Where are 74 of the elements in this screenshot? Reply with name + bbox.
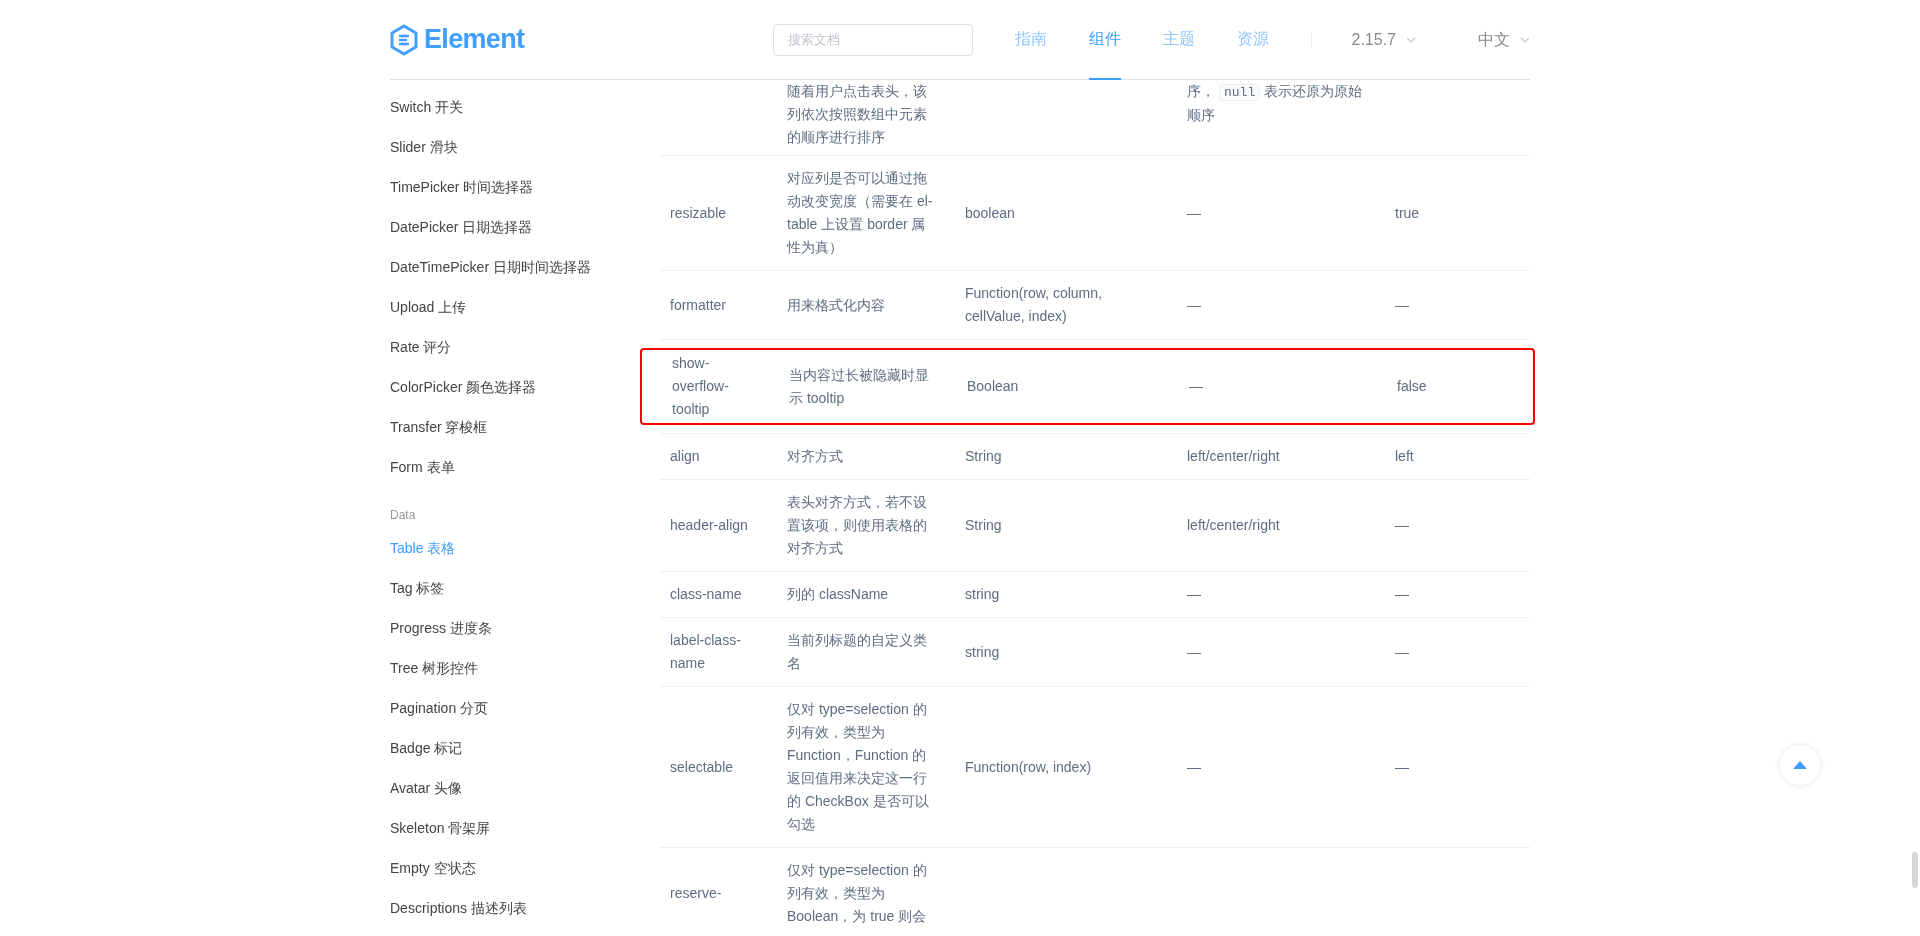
table-cell-text: false bbox=[1396, 377, 1428, 396]
sidebar-item[interactable]: Avatar 头像 bbox=[390, 768, 660, 808]
table-cell-text: left bbox=[1394, 447, 1415, 466]
logo-icon bbox=[390, 23, 418, 56]
sidebar-group-label: Data bbox=[390, 507, 417, 523]
chevron-down-icon bbox=[1406, 36, 1416, 43]
sidebar-item[interactable]: ColorPicker 颜色选择器 bbox=[390, 367, 660, 407]
table-cell-text: — bbox=[1394, 295, 1410, 315]
table-cell-text: — bbox=[1394, 516, 1410, 535]
table-cell-text: 当内容过长被隐藏时显示 tooltip bbox=[788, 365, 930, 408]
table-cell-text: label-class-name bbox=[669, 631, 742, 673]
table-cell-text: — bbox=[1186, 642, 1202, 662]
table-cell-text: string bbox=[964, 642, 1001, 662]
table-cell-text: left/center/right bbox=[1186, 516, 1281, 535]
back-to-top-button[interactable] bbox=[1780, 745, 1820, 785]
sidebar-item[interactable]: Switch 开关 bbox=[390, 87, 660, 127]
sidebar-item[interactable]: Descriptions 描述列表 bbox=[390, 888, 660, 928]
table-cell-text: show-overflow-tooltip bbox=[671, 354, 730, 419]
table-cell-text: Function(row, index) bbox=[964, 757, 1093, 777]
sidebar-item[interactable]: Tree 树形控件 bbox=[390, 648, 660, 688]
search-field[interactable]: 搜索文档 bbox=[772, 23, 973, 56]
table-cell-text: Boolean bbox=[966, 377, 1020, 396]
sidebar-item[interactable]: DateTimePicker 日期时间选择器 bbox=[390, 247, 660, 287]
table-cell-text: 当前列标题的自定义类名 bbox=[786, 631, 928, 673]
table-cell-text: — bbox=[1394, 642, 1410, 662]
sidebar-item[interactable]: Upload 上传 bbox=[390, 287, 660, 327]
version-dropdown[interactable]: 2.15.7 bbox=[1351, 27, 1416, 52]
sidebar-item[interactable]: Empty 空状态 bbox=[390, 848, 660, 888]
sidebar-item[interactable]: DatePicker 日期选择器 bbox=[390, 207, 660, 247]
sidebar-item[interactable]: Form 表单 bbox=[390, 447, 660, 487]
sidebar-item[interactable]: Badge 标记 bbox=[390, 728, 660, 768]
table-cell-text: 列的 className bbox=[786, 585, 890, 604]
table-cell-text: 对应列是否可以通过拖动改变宽度（需要在 el-table 上设置 border 属性为真） bbox=[785, 169, 934, 257]
scrollbar-thumb bbox=[1912, 852, 1918, 888]
table-cell-text: 用来格式化内容 bbox=[786, 295, 886, 315]
table-cell-text: — bbox=[1394, 757, 1410, 777]
sidebar-item[interactable]: Skeleton 骨架屏 bbox=[390, 808, 660, 848]
table-cell-text: 仅对 type=selection 的列有效，类型为 Function，Function 的返回值用来决定这一行的 CheckBox 是否可以勾选 bbox=[786, 700, 930, 834]
table-cell-text: String bbox=[964, 447, 1003, 466]
table-cell-text: — bbox=[1394, 585, 1410, 604]
table-cell-text: 仅对 type=selection 的列有效，类型为 Boolean，为 true 则会 bbox=[786, 861, 928, 926]
table-cell-text: boolean bbox=[964, 203, 1016, 223]
language-dropdown[interactable]: 中文 bbox=[1478, 27, 1530, 52]
table-cell-text: 对齐方式 bbox=[786, 447, 844, 466]
table-cell-text: 随着用户点击表头，该列依次按照数组中元素的顺序进行排序 bbox=[786, 82, 928, 147]
sidebar-item[interactable]: Rate 评分 bbox=[390, 327, 660, 367]
caret-up-icon bbox=[1793, 761, 1807, 769]
table-cell-text: left/center/right bbox=[1186, 447, 1281, 466]
table-cell-text: true bbox=[1394, 203, 1421, 223]
table-cell-text: resizable bbox=[669, 203, 728, 223]
table-cell-text: header-align bbox=[669, 516, 749, 535]
table-cell-text: selectable bbox=[669, 757, 735, 777]
table-cell-text: String bbox=[964, 516, 1003, 535]
table-cell-text: 表头对齐方式，若不设置该项，则使用表格的对齐方式 bbox=[786, 493, 928, 558]
sidebar-item[interactable]: Progress 进度条 bbox=[390, 608, 660, 648]
table-cell-text: string bbox=[964, 585, 1001, 604]
sidebar-item[interactable]: Pagination 分页 bbox=[390, 688, 660, 728]
table-cell-text: reserve- bbox=[669, 884, 723, 903]
table-cell-text: — bbox=[1186, 585, 1202, 604]
table-cell-text: Function(row, column, cellValue, index) bbox=[964, 284, 1103, 326]
sidebar-item[interactable]: Transfer 穿梭框 bbox=[390, 407, 660, 447]
table-cell-text: formatter bbox=[669, 295, 727, 315]
table-cell-text: — bbox=[1186, 203, 1202, 223]
table-cell-text: align bbox=[669, 447, 701, 466]
table-cell-text: — bbox=[1186, 295, 1202, 315]
table-cell-text: — bbox=[1188, 377, 1204, 396]
table-cell-text: — bbox=[1186, 757, 1202, 777]
sidebar-item[interactable]: Slider 滑块 bbox=[390, 127, 660, 167]
chevron-down-icon bbox=[1520, 36, 1530, 43]
table-cell-text: class-name bbox=[669, 585, 743, 604]
table-cell-text: 序， null 表示还原为原始顺序 bbox=[1186, 82, 1364, 125]
sidebar-item[interactable]: Tag 标签 bbox=[390, 568, 660, 608]
logo-text: Element bbox=[424, 26, 525, 53]
sidebar-item[interactable]: TimePicker 时间选择器 bbox=[390, 167, 660, 207]
